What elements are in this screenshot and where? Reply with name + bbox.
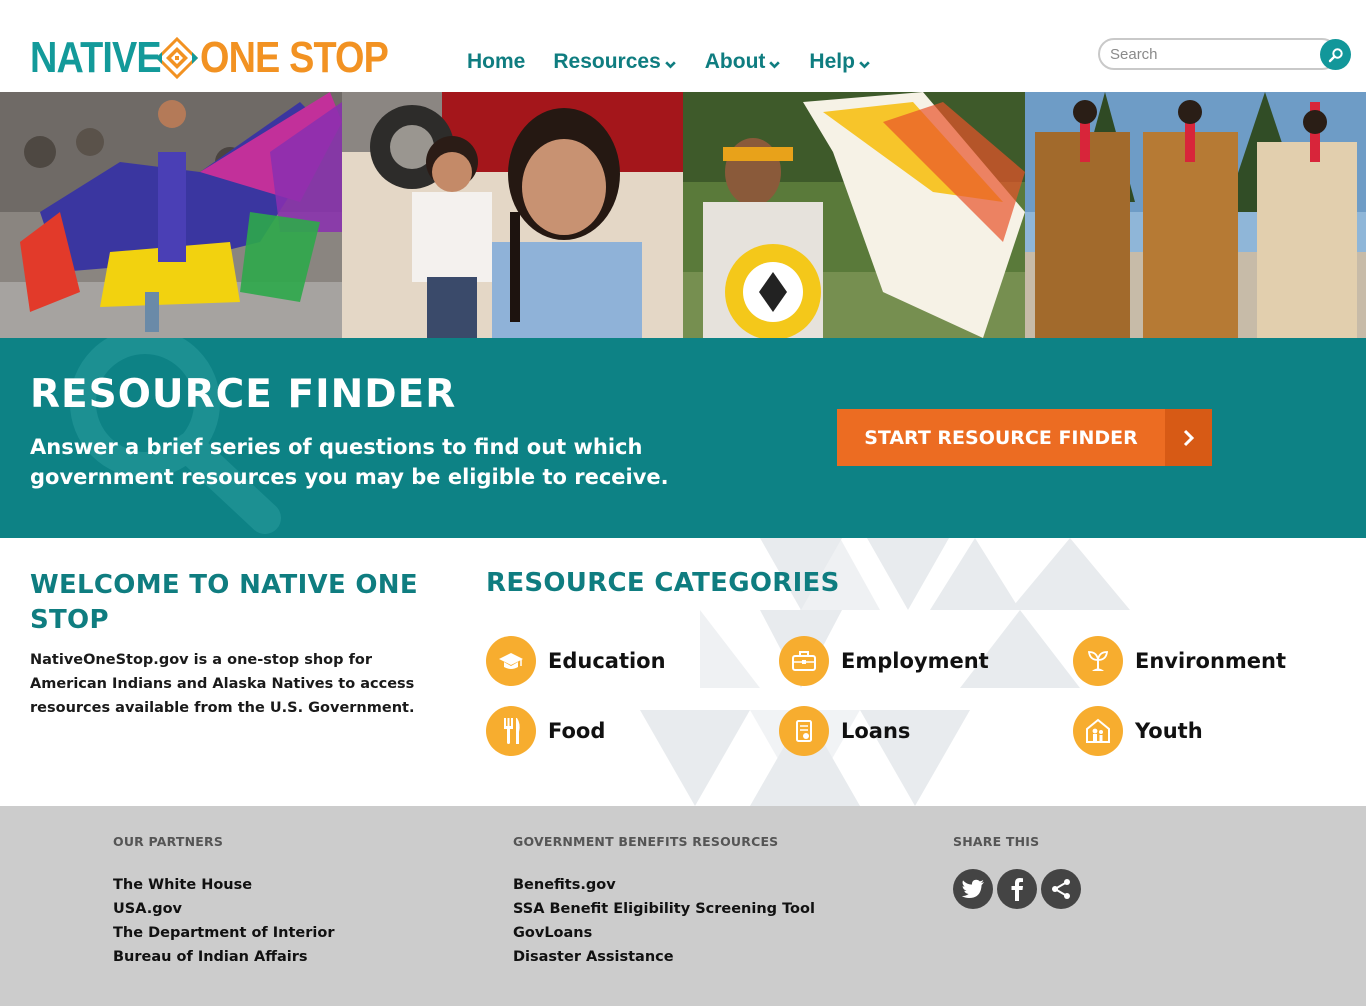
category-label: Loans (841, 719, 911, 743)
chevron-down-icon (664, 60, 676, 69)
fork-knife-icon (486, 706, 536, 756)
chevron-down-icon (769, 60, 781, 69)
photo-shawl-dancer (0, 92, 342, 338)
finder-button-label: START RESOURCE FINDER (864, 426, 1138, 449)
category-employment[interactable]: Employment (779, 636, 989, 686)
chevron-down-icon (859, 60, 870, 69)
category-food[interactable]: Food (486, 706, 605, 756)
briefcase-icon (779, 636, 829, 686)
footer-link[interactable]: GovLoans (513, 921, 815, 945)
footer-link[interactable]: Bureau of Indian Affairs (113, 945, 335, 969)
footer-link[interactable]: The Department of Interior (113, 921, 335, 945)
photo-children (342, 92, 683, 338)
category-label: Education (548, 649, 666, 673)
footer-link[interactable]: Benefits.gov (513, 873, 815, 897)
graduation-cap-icon (486, 636, 536, 686)
footer-partners-list: The White House USA.gov The Department o… (113, 873, 335, 969)
logo-text-native: NATIVE (30, 33, 162, 82)
site-footer: OUR PARTNERS The White House USA.gov The… (0, 806, 1366, 1006)
footer-share: SHARE THIS (953, 834, 1081, 909)
category-environment[interactable]: Environment (1073, 636, 1286, 686)
category-education[interactable]: Education (486, 636, 666, 686)
footer-link[interactable]: USA.gov (113, 897, 335, 921)
footer-link[interactable]: SSA Benefit Eligibility Screening Tool (513, 897, 815, 921)
category-loans[interactable]: Loans (779, 706, 910, 756)
search-icon (1328, 47, 1343, 62)
footer-share-heading: SHARE THIS (953, 834, 1040, 849)
nav-about[interactable]: About (705, 50, 782, 74)
nav-help-label: Help (809, 50, 855, 73)
twitter-icon (961, 879, 984, 898)
footer-benefits-heading: GOVERNMENT BENEFITS RESOURCES (513, 834, 779, 849)
share-icon (1052, 879, 1070, 899)
share-facebook-button[interactable] (997, 869, 1037, 909)
start-resource-finder-button[interactable]: START RESOURCE FINDER (837, 409, 1212, 466)
nav-resources-label: Resources (553, 50, 661, 73)
footer-benefits: GOVERNMENT BENEFITS RESOURCES Benefits.g… (513, 834, 815, 969)
share-twitter-button[interactable] (953, 869, 993, 909)
categories-title: RESOURCE CATEGORIES (486, 568, 840, 598)
share-generic-button[interactable] (1041, 869, 1081, 909)
photo-feather-dancer (683, 92, 1025, 338)
main-nav: Home Resources About Help (467, 50, 871, 74)
category-label: Youth (1135, 719, 1203, 743)
finder-title: RESOURCE FINDER (30, 372, 457, 417)
search-box (1098, 38, 1352, 70)
search-input[interactable] (1098, 38, 1338, 70)
logo-text-one-stop: ONE STOP (200, 33, 389, 82)
sprout-icon (1073, 636, 1123, 686)
category-label: Environment (1135, 649, 1287, 673)
welcome-title: WELCOME TO NATIVE ONE STOP (30, 570, 418, 635)
site-logo[interactable]: NATIVE ONE STOP (30, 33, 389, 82)
hero-photo-strip (0, 92, 1366, 338)
category-label: Employment (841, 649, 989, 673)
footer-benefits-list: Benefits.gov SSA Benefit Eligibility Scr… (513, 873, 815, 969)
footer-link[interactable]: The White House (113, 873, 335, 897)
category-label: Food (548, 719, 606, 743)
footer-partners: OUR PARTNERS The White House USA.gov The… (113, 834, 335, 969)
nav-about-label: About (704, 50, 766, 73)
welcome-text: NativeOneStop.gov is a one-stop shop for… (30, 652, 415, 716)
nav-resources[interactable]: Resources (553, 50, 676, 74)
nav-home[interactable]: Home (467, 50, 525, 74)
footer-link[interactable]: Disaster Assistance (513, 945, 815, 969)
logo-diamond-icon (156, 37, 198, 79)
finder-description: Answer a brief series of questions to fi… (30, 435, 669, 489)
nav-home-label: Home (467, 50, 526, 73)
facebook-icon (1011, 878, 1023, 901)
share-buttons (953, 869, 1081, 909)
resource-finder-banner: RESOURCE FINDER Answer a brief series of… (0, 338, 1366, 538)
loan-document-icon (779, 706, 829, 756)
category-youth[interactable]: Youth (1073, 706, 1203, 756)
chevron-right-icon (1165, 409, 1212, 466)
site-header: NATIVE ONE STOP Home Resources About Hel… (0, 0, 1366, 92)
nav-help[interactable]: Help (809, 50, 871, 74)
search-button[interactable] (1320, 39, 1351, 70)
photo-buckskin-dancers (1025, 92, 1366, 338)
family-house-icon (1073, 706, 1123, 756)
footer-partners-heading: OUR PARTNERS (113, 834, 224, 849)
main-content: WELCOME TO NATIVE ONE STOP NativeOneStop… (0, 538, 1366, 806)
